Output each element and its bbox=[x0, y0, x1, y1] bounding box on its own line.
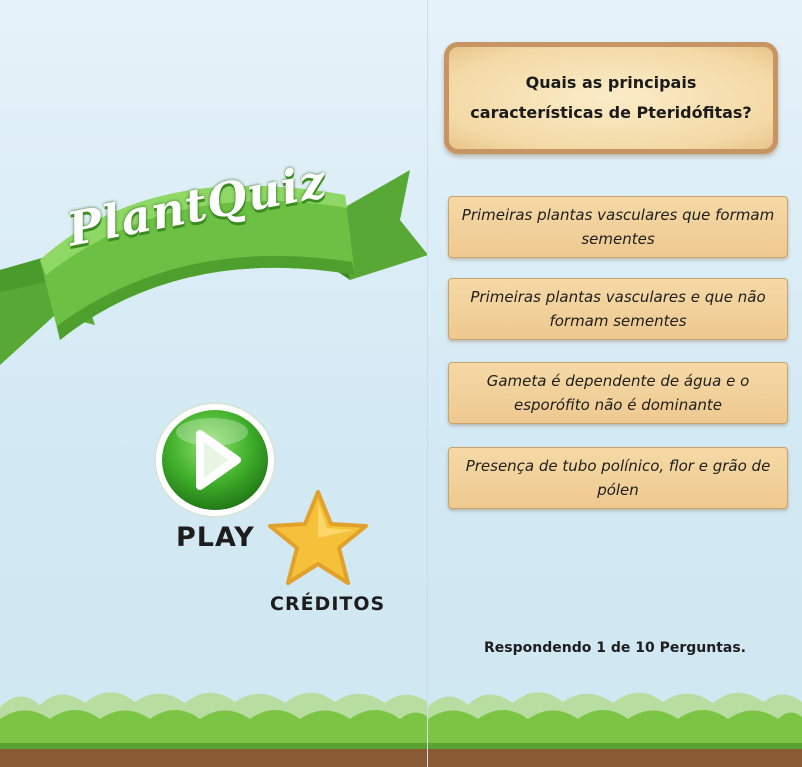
progress-text: Respondendo 1 de 10 Perguntas. bbox=[484, 640, 746, 656]
question-text: Quais as principais características de P… bbox=[470, 73, 752, 122]
star-icon bbox=[268, 490, 368, 585]
play-label[interactable]: PLAY bbox=[176, 522, 255, 553]
quiz-screen: Quais as principais características de P… bbox=[428, 0, 802, 767]
credits-button[interactable] bbox=[265, 488, 371, 588]
answer-option-2[interactable]: Primeiras plantas vasculares e que não f… bbox=[448, 278, 788, 340]
grass-ground bbox=[428, 692, 802, 767]
answer-option-4[interactable]: Presença de tubo polínico, flor e grão d… bbox=[448, 447, 788, 509]
credits-label[interactable]: CRÉDITOS bbox=[270, 593, 385, 615]
grass-ground bbox=[0, 692, 428, 767]
play-button[interactable] bbox=[152, 400, 278, 520]
question-card: Quais as principais características de P… bbox=[444, 42, 778, 154]
answer-option-1[interactable]: Primeiras plantas vasculares que formam … bbox=[448, 196, 788, 258]
answer-option-3[interactable]: Gameta é dependente de água e o esporófi… bbox=[448, 362, 788, 424]
main-menu-screen: PlantQuiz PLAY CRÉDITOS bbox=[0, 0, 428, 767]
